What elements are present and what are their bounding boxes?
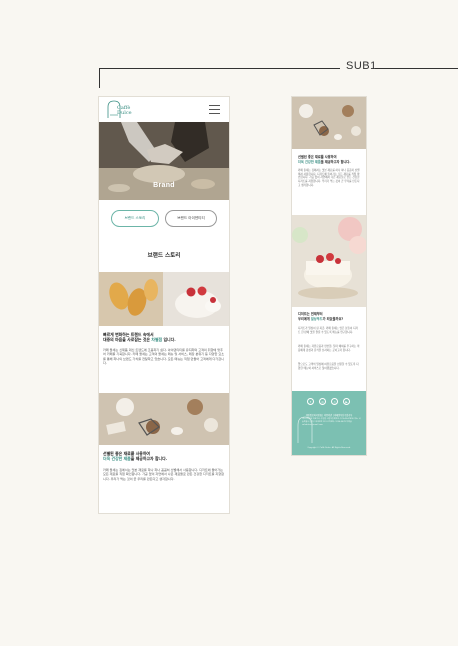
ingredients-text: 카페 둘세는 집에서는 맛본 재료를 하나 하나 꼼꼼히 선별해서 사용합니다.… xyxy=(103,468,224,481)
facebook-icon[interactable]: f xyxy=(307,398,314,405)
instagram-icon[interactable]: ◎ xyxy=(319,398,326,405)
ingredients-heading: 선별된 좋은 재료를 사용하여 더욱 건강한 제품을 제공하고자 합니다. xyxy=(298,155,351,164)
footer-company-info: (주)카페둘세 대표이사: 홍길동 사업자등록번호: 123-45-67890 … xyxy=(302,418,361,426)
daily-dessert-heading: 디저트는 먼제부터 우리에게 일상푸드가 되었을까요? xyxy=(298,312,344,321)
cafe-logo[interactable]: Caffè Dulce xyxy=(104,100,134,119)
mobile-mockup-continued: 선별된 좋은 재료를 사용하여 더욱 건강한 제품을 제공하고자 합니다. 카페… xyxy=(292,97,366,455)
logo-text-2: Dulce xyxy=(117,110,132,116)
tab-brand-story[interactable]: 브랜드 스토리 xyxy=(111,210,159,227)
section-divider-right xyxy=(375,68,458,69)
daily-dessert-text-1: 디저트가 일상이 된 지금, 카페 둘세는 많은 분들이 디저트 한 판에 맛을… xyxy=(298,327,358,334)
dessert-photo-row xyxy=(99,272,229,326)
baking-ingredients-photo xyxy=(99,393,229,445)
site-footer: f ◎ ♫ ▶ 개인정보처리방침 | 이용약관 | 이메일무단수집거부 (주)카… xyxy=(292,391,366,455)
site-header: Caffè Dulce xyxy=(99,97,229,122)
baking-ingredients-photo xyxy=(292,97,366,149)
daily-dessert-text-2: 카페 둘세는 자유로움과 편안함, 달라 예외를 추구하는 마음에게 감성과 휴… xyxy=(298,345,360,352)
brand-story-text: 카페 둘세는 신제품 대신 트렌드에 조응하기 쉽다. 아이덴티티를 유지하며 … xyxy=(103,348,225,365)
sub-tabs: 브랜드 스토리 브랜드 아이덴티티 xyxy=(99,210,229,230)
cake-flowers-photo xyxy=(292,215,366,307)
tab-brand-identity[interactable]: 브랜드 아이덴티티 xyxy=(165,210,217,227)
daily-dessert-text-3: 앞으로도 고객의 일상에 여유로움을 선물할 수 있도록 다양한 메뉴와 서비스… xyxy=(298,363,359,370)
tiktok-icon[interactable]: ♫ xyxy=(331,398,338,405)
section-tick xyxy=(99,68,100,88)
section-divider-left xyxy=(99,68,340,69)
section-label: SUB1 xyxy=(346,60,377,72)
ingredients-text: 카페 둘세는 집에서는 맛본 재료를 하나 하나 꼼꼼히 선별해서 사용합니다.… xyxy=(298,169,360,187)
hero-banner: Brand xyxy=(99,122,229,200)
section-title: 브랜드 스토리 xyxy=(147,253,181,259)
mobile-mockup-brand-story: Caffè Dulce Brand 브랜드 스토리 브랜드 아이덴티티 브랜드 … xyxy=(99,97,229,513)
brand-story-heading: 빠르게 변화하는 트렌드 속에서 대중의 마음을 사로잡는 것은 차별점 입니다… xyxy=(103,332,176,343)
ingredients-heading: 선별된 좋은 재료를 사용하여 더욱 건강한 제품을 제공하고자 합니다. xyxy=(103,451,168,462)
youtube-icon[interactable]: ▶ xyxy=(343,398,350,405)
footer-copyright: Copyright © Caffè Dulce. All Rights Rese… xyxy=(307,447,351,449)
hamburger-menu-icon[interactable] xyxy=(209,105,220,114)
hero-title: Brand xyxy=(153,182,175,189)
